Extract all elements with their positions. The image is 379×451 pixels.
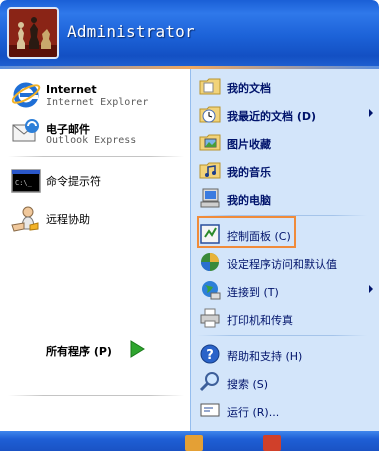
submenu-arrow-icon xyxy=(369,109,373,117)
item-label: 我的文档 xyxy=(227,82,271,95)
shutdown-icon[interactable] xyxy=(263,435,281,451)
green-arrow-icon xyxy=(128,340,146,358)
my-music-item[interactable]: 我的音乐 xyxy=(197,157,375,183)
left-separator xyxy=(8,395,184,396)
my-pictures-icon xyxy=(199,131,221,153)
right-separator xyxy=(197,335,367,336)
program-access-icon xyxy=(199,251,221,273)
item-label: 我最近的文档 (D) xyxy=(227,110,317,123)
recent-label: 命令提示符 xyxy=(46,175,101,188)
control-panel-highlight xyxy=(197,216,296,248)
search-item[interactable]: 搜索 (S) xyxy=(197,369,375,395)
my-computer-item[interactable]: 我的电脑 xyxy=(197,185,375,211)
item-label: 帮助和支持 (H) xyxy=(227,350,303,363)
recent-documents-icon xyxy=(199,103,221,125)
log-off-icon[interactable] xyxy=(185,435,203,451)
recent-documents-item[interactable]: 我最近的文档 (D) xyxy=(197,101,375,127)
run-icon xyxy=(199,399,221,421)
submenu-arrow-icon xyxy=(369,285,373,293)
pinned-subtitle: Internet Explorer xyxy=(46,97,149,108)
recent-item-remote-assistance[interactable]: 远程协助 xyxy=(8,200,186,238)
user-avatar[interactable] xyxy=(7,7,59,59)
all-programs-button[interactable]: 所有程序 (P) xyxy=(0,331,190,367)
item-label: 我的音乐 xyxy=(227,166,271,179)
printer-icon xyxy=(199,307,221,329)
bottom-bar xyxy=(0,431,379,451)
recent-item-command-prompt[interactable]: C:\_ 命令提示符 xyxy=(8,162,186,200)
help-icon: ? xyxy=(199,343,221,365)
item-label: 连接到 (T) xyxy=(227,286,279,299)
left-separator xyxy=(8,156,184,157)
user-name: Administrator xyxy=(67,22,195,41)
program-access-item[interactable]: 设定程序访问和默认值 xyxy=(197,249,375,275)
item-label: 设定程序访问和默认值 xyxy=(227,258,337,271)
item-label: 搜索 (S) xyxy=(227,378,269,391)
pinned-item-internet[interactable]: Internet Internet Explorer xyxy=(8,75,186,113)
connect-to-item[interactable]: 连接到 (T) xyxy=(197,277,375,303)
item-label: 打印机和传真 xyxy=(227,314,293,327)
my-computer-icon xyxy=(199,187,221,209)
pinned-subtitle: Outlook Express xyxy=(46,135,137,146)
svg-text:?: ? xyxy=(206,348,214,363)
command-prompt-icon: C:\_ xyxy=(10,165,42,197)
pinned-item-email[interactable]: 电子邮件 Outlook Express xyxy=(8,113,186,151)
all-programs-label: 所有程序 (P) xyxy=(46,345,112,358)
internet-explorer-icon xyxy=(10,78,42,110)
start-menu: Administrator Internet Internet Explorer xyxy=(0,0,379,451)
left-pane: Internet Internet Explorer 电子邮件 Outlook … xyxy=(0,69,190,431)
search-icon xyxy=(199,371,221,393)
my-pictures-item[interactable]: 图片收藏 xyxy=(197,129,375,155)
network-globe-icon xyxy=(199,279,221,301)
recent-label: 远程协助 xyxy=(46,213,90,226)
right-pane: 我的文档 我最近的文档 (D) 图片收藏 我的音乐 我的电脑 控制面板 (C) … xyxy=(190,69,379,431)
printers-item[interactable]: 打印机和传真 xyxy=(197,305,375,331)
remote-assistance-icon xyxy=(10,203,42,235)
help-support-item[interactable]: ? 帮助和支持 (H) xyxy=(197,341,375,367)
chess-pieces-icon xyxy=(9,9,57,57)
my-documents-icon xyxy=(199,75,221,97)
item-label: 我的电脑 xyxy=(227,194,271,207)
pinned-title: Internet xyxy=(46,83,97,96)
my-music-icon xyxy=(199,159,221,181)
run-item[interactable]: 运行 (R)... xyxy=(197,397,375,423)
outlook-express-icon xyxy=(10,116,42,148)
item-label: 运行 (R)... xyxy=(227,406,280,419)
user-header: Administrator xyxy=(0,0,379,66)
svg-text:C:\_: C:\_ xyxy=(15,179,33,187)
item-label: 图片收藏 xyxy=(227,138,271,151)
my-documents-item[interactable]: 我的文档 xyxy=(197,73,375,99)
